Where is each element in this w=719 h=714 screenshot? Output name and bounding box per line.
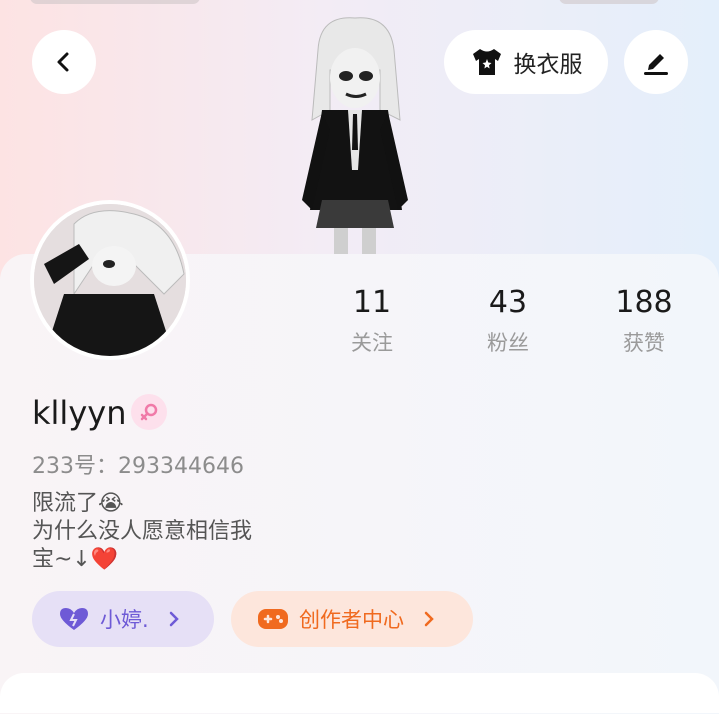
- gender-badge: [131, 394, 167, 430]
- status-bar-left: [30, 0, 200, 4]
- bio-line: 限流了😭: [32, 491, 124, 516]
- content-card: [0, 673, 719, 713]
- username: kllyyn: [32, 394, 127, 432]
- change-outfit-label: 换衣服: [513, 52, 583, 78]
- bio-line: 宝~↓❤️: [32, 547, 119, 572]
- creator-center-chip[interactable]: 创作者中心: [231, 591, 473, 647]
- heart-icon: [60, 608, 88, 630]
- stat-label: 关注: [351, 331, 393, 355]
- stat-followers[interactable]: 43 粉丝: [448, 285, 568, 357]
- edit-profile-button[interactable]: [624, 30, 688, 94]
- change-outfit-button[interactable]: 换衣服: [444, 30, 608, 94]
- shirt-icon: [472, 49, 501, 75]
- stat-likes[interactable]: 188 获赞: [584, 285, 704, 357]
- chevron-left-icon: [57, 52, 69, 72]
- bio: 限流了😭 为什么没人愿意相信我 宝~↓❤️: [32, 490, 252, 574]
- stat-label: 粉丝: [487, 331, 529, 355]
- gamepad-icon: [258, 609, 288, 629]
- creator-center-label: 创作者中心: [299, 608, 404, 632]
- bio-line: 为什么没人愿意相信我: [32, 519, 253, 544]
- avatar-3d-character: [302, 17, 408, 255]
- avatar[interactable]: [30, 200, 190, 360]
- avatar-image: [34, 204, 186, 356]
- pen-icon: [644, 54, 668, 75]
- couple-chip-label: 小婷.: [100, 608, 149, 632]
- stat-label: 获赞: [623, 331, 665, 355]
- couple-chip[interactable]: 小婷.: [32, 591, 214, 647]
- chevron-right-icon: [424, 611, 434, 627]
- stat-value: 188: [615, 285, 673, 320]
- stat-value: 43: [488, 285, 528, 320]
- stat-following[interactable]: 11 关注: [312, 285, 432, 357]
- status-bar-right: [559, 0, 659, 4]
- female-icon: [140, 403, 158, 421]
- back-button[interactable]: [32, 30, 96, 94]
- stat-value: 11: [352, 285, 392, 320]
- chevron-right-icon: [169, 611, 179, 627]
- user-id: 233号：293344646: [32, 454, 244, 479]
